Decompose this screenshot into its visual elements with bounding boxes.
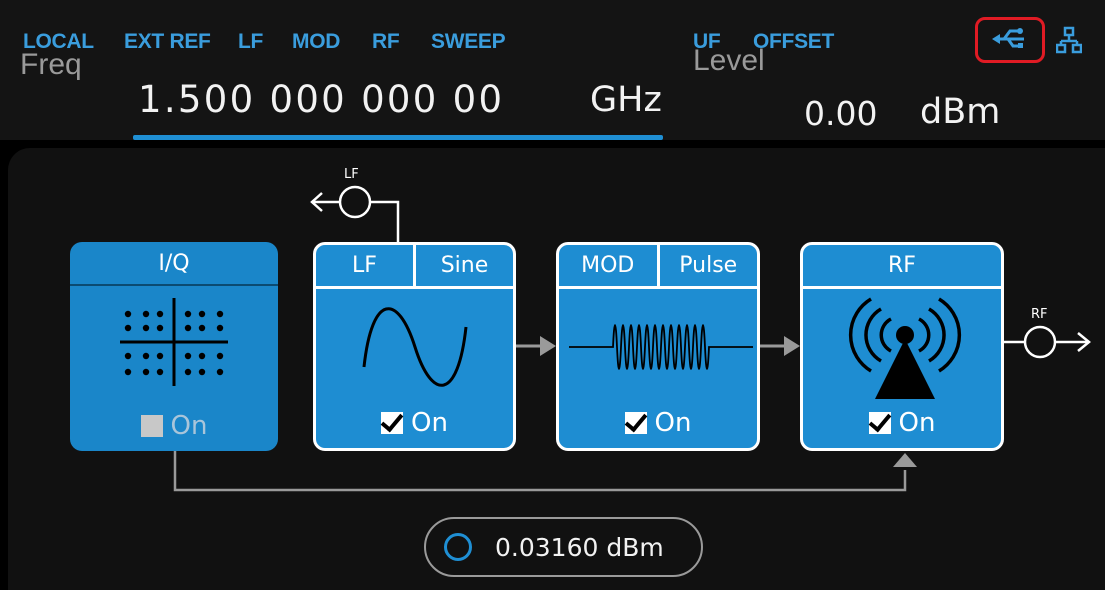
frequency-focus-underline	[133, 135, 663, 140]
mod-type-selector[interactable]: Pulse	[656, 245, 758, 286]
frequency-unit[interactable]: GHz	[590, 80, 662, 120]
status-offset[interactable]: OFFSET	[753, 30, 834, 54]
network-icon[interactable]	[1056, 26, 1082, 56]
lf-block-header: LF Sine	[316, 245, 513, 289]
constellation-icon	[120, 298, 228, 386]
iq-block[interactable]: I/Q On	[70, 242, 278, 451]
lf-on-toggle[interactable]: On	[316, 408, 513, 438]
level-value[interactable]: 0.00	[804, 94, 877, 133]
frequency-value[interactable]: 1.500 000 000 00	[138, 78, 504, 121]
antenna-icon	[848, 297, 962, 399]
lf-block[interactable]: LF Sine On	[313, 242, 516, 451]
power-meter-readout[interactable]: 0.03160 dBm	[424, 517, 703, 577]
power-meter-status-icon	[444, 533, 472, 561]
iq-on-label: On	[170, 411, 208, 441]
level-label: Level	[693, 44, 765, 77]
lf-on-checkbox[interactable]	[381, 412, 404, 434]
frequency-label: Freq	[20, 48, 82, 81]
rf-block[interactable]: RF On	[800, 242, 1004, 451]
status-rf[interactable]: RF	[372, 30, 400, 54]
rf-block-header: RF	[803, 245, 1001, 289]
lf-waveform-selector[interactable]: Sine	[413, 245, 513, 286]
iq-on-checkbox[interactable]	[140, 415, 163, 437]
iq-block-title: I/Q	[158, 250, 190, 276]
mod-block-title[interactable]: MOD	[559, 245, 657, 286]
lf-on-label: On	[411, 408, 448, 438]
status-sweep[interactable]: SWEEP	[431, 30, 506, 54]
pulse-modulation-icon	[569, 324, 753, 370]
sine-wave-icon	[362, 307, 468, 387]
rf-on-label: On	[898, 408, 936, 438]
power-meter-value: 0.03160 dBm	[495, 532, 664, 562]
rf-block-title[interactable]: RF	[803, 245, 1001, 286]
status-lf[interactable]: LF	[238, 30, 263, 54]
mod-block-header: MOD Pulse	[559, 245, 757, 289]
lf-block-title[interactable]: LF	[316, 245, 413, 286]
status-ext-ref[interactable]: EXT REF	[124, 30, 211, 54]
iq-block-header: I/Q	[70, 242, 278, 286]
status-mod[interactable]: MOD	[292, 30, 340, 54]
mod-on-checkbox[interactable]	[624, 412, 647, 434]
mod-block[interactable]: MOD Pulse On	[556, 242, 760, 451]
top-status-bar: LOCAL EXT REF LF MOD RF SWEEP UF OFFSET …	[0, 0, 1105, 140]
usb-icon[interactable]	[990, 24, 1030, 54]
rf-on-checkbox[interactable]	[868, 412, 891, 434]
level-unit[interactable]: dBm	[920, 92, 1000, 132]
mod-on-toggle[interactable]: On	[559, 408, 757, 438]
mod-on-label: On	[654, 408, 692, 438]
iq-on-toggle[interactable]: On	[70, 411, 278, 441]
rf-on-toggle[interactable]: On	[803, 408, 1001, 438]
